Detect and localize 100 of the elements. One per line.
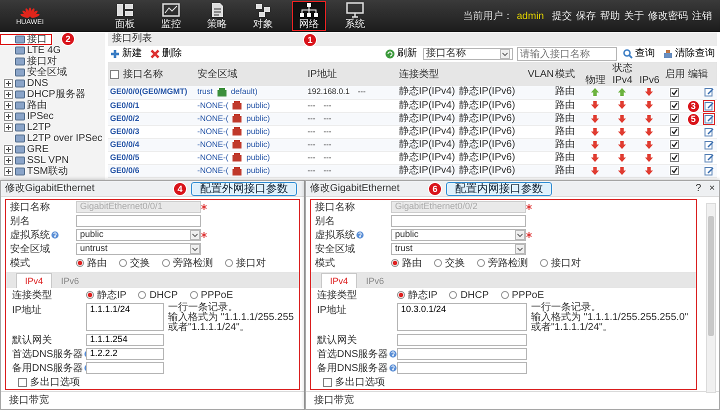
edit-button[interactable] (703, 126, 715, 138)
input-field[interactable] (86, 362, 164, 374)
expand-icon[interactable] (4, 101, 13, 110)
radio-option[interactable]: 路由 (391, 256, 422, 270)
header-link[interactable]: 修改密码 (648, 8, 688, 24)
checkbox[interactable] (670, 153, 679, 162)
delete-button[interactable]: 删除 (148, 49, 184, 59)
textarea-field[interactable]: 10.3.0.1/24 (397, 303, 527, 331)
radio-option[interactable]: PPPoE (190, 288, 234, 302)
edit-button[interactable] (703, 152, 715, 164)
scrollbar[interactable] (706, 203, 716, 393)
select-field[interactable]: public (391, 229, 526, 241)
refresh-button[interactable]: 刷新 (383, 49, 419, 59)
caret-icon (515, 244, 525, 254)
interface-link[interactable]: GE0/0/1 (110, 100, 140, 110)
sidebar-item[interactable]: LTE 4G (0, 45, 66, 56)
sidebar-item[interactable]: 路由 (0, 100, 52, 111)
checkbox[interactable] (670, 127, 679, 136)
sidebar-item[interactable]: 安全区域 (0, 67, 72, 78)
sidebar-item[interactable]: IPSec (0, 111, 59, 122)
expand-icon[interactable] (4, 112, 13, 121)
radio-option[interactable]: PPPoE (500, 288, 544, 302)
nav-tab[interactable]: 系统 (338, 1, 372, 31)
input-field[interactable] (397, 348, 527, 360)
textarea-field[interactable]: 1.1.1.1/24 (86, 303, 164, 331)
checkbox[interactable] (110, 70, 119, 78)
field-label: 首选DNS服务器 (317, 348, 388, 362)
vsys-text: public) (246, 138, 270, 151)
tab[interactable]: IPv4 (16, 273, 52, 288)
sidebar-item[interactable]: TSM联动 (0, 166, 74, 177)
sidebar-item[interactable]: GRE (0, 144, 54, 155)
header-link[interactable]: 提交 (552, 8, 572, 24)
search-button[interactable]: 查询 (621, 49, 657, 59)
input-field[interactable]: 1.2.2.2 (86, 348, 164, 360)
radio-option[interactable]: 交换 (434, 256, 465, 270)
header-link[interactable]: 保存 (576, 8, 596, 24)
checkbox[interactable] (323, 378, 332, 386)
sidebar-item[interactable]: DNS (0, 78, 54, 89)
select-field[interactable]: 接口名称 (423, 48, 513, 60)
radio-option[interactable]: 旁路检测 (477, 256, 528, 270)
nav-tab[interactable]: 面板 (108, 1, 142, 31)
clear-button[interactable]: 清除查询 (661, 49, 717, 59)
radio-option[interactable]: 路由 (76, 256, 107, 270)
input-field[interactable] (397, 334, 527, 346)
input-field[interactable] (391, 215, 526, 227)
expand-icon[interactable] (4, 145, 13, 154)
edit-button[interactable] (703, 100, 715, 112)
radio-option[interactable]: DHCP (449, 288, 489, 302)
input-field[interactable] (397, 362, 527, 374)
help-button[interactable]: ? (696, 181, 702, 196)
radio-option[interactable]: 旁路检测 (162, 256, 213, 270)
column-header: IPv6 (636, 74, 663, 86)
checkbox[interactable] (670, 166, 679, 176)
radio-option[interactable]: 交换 (119, 256, 150, 270)
edit-button[interactable] (703, 112, 715, 125)
radio-option[interactable]: 接口对 (225, 256, 266, 270)
select-field[interactable]: untrust (76, 243, 201, 255)
expand-icon[interactable] (4, 167, 13, 176)
interface-link[interactable]: GE0/0/5 (110, 152, 140, 162)
expand-icon[interactable] (4, 123, 13, 132)
sidebar-item[interactable]: L2TP over IPSec (0, 133, 108, 144)
checkbox[interactable] (18, 378, 27, 386)
sidebar-item[interactable]: SSL VPN (0, 155, 74, 166)
interface-link[interactable]: GE0/0/6 (110, 166, 140, 176)
interface-link[interactable]: GE0/0/4 (110, 140, 140, 149)
nav-tab[interactable]: 策略 (200, 1, 234, 31)
edit-button[interactable] (703, 86, 715, 98)
select-field[interactable]: trust (391, 243, 526, 255)
new-button[interactable]: 新建 (108, 49, 144, 59)
sidebar-item[interactable]: DHCP服务器 (0, 89, 90, 100)
interface-link[interactable]: GE0/0/2 (110, 114, 140, 123)
expand-icon[interactable] (4, 90, 13, 99)
header-link[interactable]: 帮助 (600, 8, 620, 24)
header-link[interactable]: 注销 (692, 8, 712, 24)
radio-option[interactable]: 静态IP (397, 288, 438, 302)
radio-option[interactable]: 接口对 (540, 256, 581, 270)
checkbox[interactable] (670, 114, 679, 124)
interface-link[interactable]: GE0/0/3 (110, 126, 140, 136)
sidebar-item[interactable]: L2TP (0, 122, 56, 133)
sidebar-item[interactable]: 接口对 (0, 56, 62, 67)
input-field[interactable]: 1.1.1.254 (86, 334, 164, 346)
input-field[interactable] (76, 215, 201, 227)
search-field[interactable]: 请输入接口名称 (517, 47, 617, 61)
select-field[interactable]: public (76, 229, 201, 241)
tab[interactable]: IPv4 (321, 273, 358, 288)
edit-button[interactable] (703, 138, 715, 151)
nav-tab[interactable]: 对象 (246, 1, 280, 31)
close-button[interactable]: × (709, 181, 715, 196)
checkbox[interactable] (670, 88, 679, 97)
edit-button[interactable] (703, 165, 715, 178)
header-link[interactable]: 关于 (624, 8, 644, 24)
expand-icon[interactable] (4, 156, 13, 165)
expand-icon[interactable] (4, 79, 13, 88)
interface-link[interactable]: GE0/0/0(GE0/MGMT) (110, 87, 188, 96)
checkbox[interactable] (670, 140, 679, 150)
radio-option[interactable]: 静态IP (86, 288, 126, 302)
search-icon (623, 49, 633, 59)
nav-tab[interactable]: 监控 (154, 1, 188, 31)
checkbox[interactable] (670, 100, 679, 110)
radio-option[interactable]: DHCP (138, 288, 178, 302)
